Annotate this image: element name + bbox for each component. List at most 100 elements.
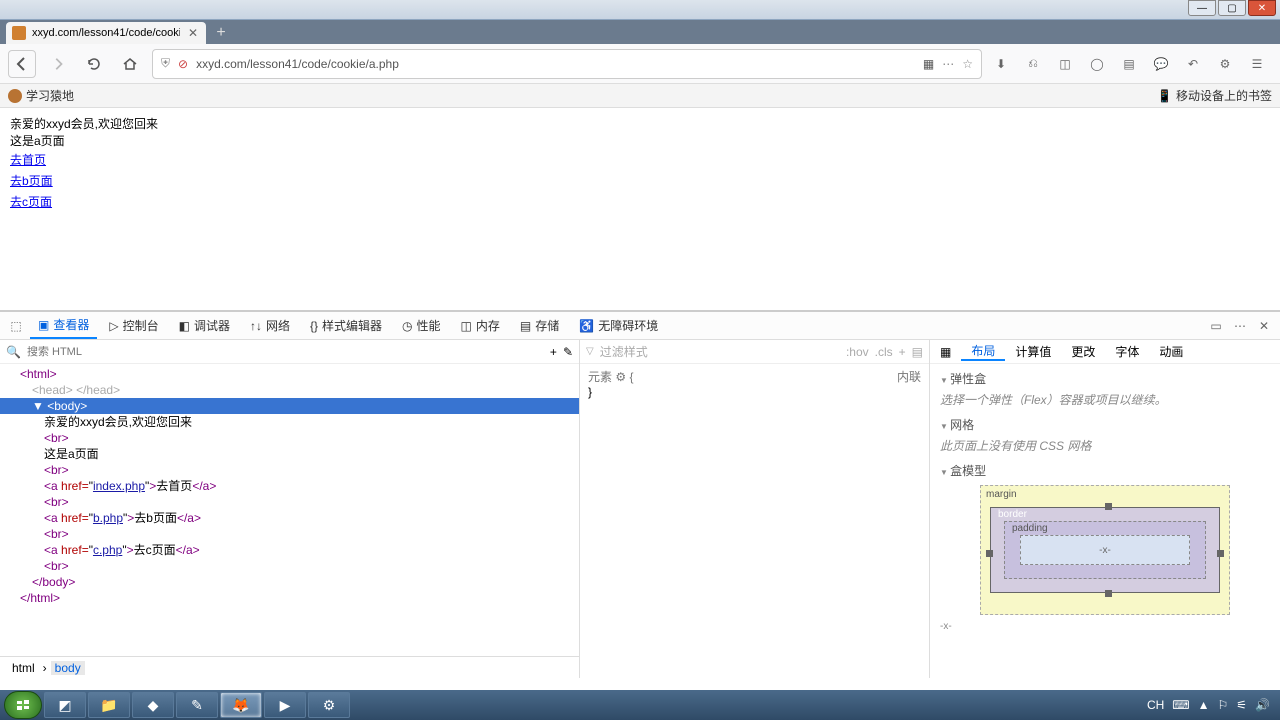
tab-favicon-icon bbox=[12, 26, 26, 40]
search-icon: 🔍 bbox=[6, 345, 21, 359]
link-c[interactable]: 去c页面 bbox=[10, 195, 52, 209]
dom-search-input[interactable] bbox=[27, 346, 544, 358]
copy-styles-button[interactable]: ▤ bbox=[912, 345, 923, 359]
layout-tab-grid-icon[interactable]: ▦ bbox=[930, 345, 961, 359]
gear-icon: ⚙ bbox=[615, 370, 626, 384]
page-text: 这是a页面 bbox=[10, 133, 1270, 150]
tab-title: xxyd.com/lesson41/code/cookie bbox=[32, 27, 180, 39]
qr-icon[interactable]: ▦ bbox=[923, 57, 934, 71]
tab-storage[interactable]: ▤存储 bbox=[512, 313, 567, 338]
crumb-html[interactable]: html bbox=[8, 661, 39, 675]
bookmark-favicon-icon bbox=[8, 89, 22, 103]
grid-header[interactable]: 网格 bbox=[940, 416, 1270, 433]
pick-element-button[interactable]: ⬚ bbox=[6, 319, 26, 333]
boxmodel-header[interactable]: 盒模型 bbox=[940, 462, 1270, 479]
page-text: 亲爱的xxyd会员,欢迎您回来 bbox=[10, 116, 1270, 133]
ime-indicator[interactable]: CH bbox=[1147, 698, 1164, 712]
box-model-diagram[interactable]: -x- margin border padding bbox=[980, 485, 1230, 615]
tab-debugger[interactable]: ◧调试器 bbox=[171, 313, 238, 338]
bookmark-label: 学习猿地 bbox=[26, 87, 74, 104]
network-icon[interactable]: ⚟ bbox=[1236, 698, 1247, 712]
layout-tab-changes[interactable]: 更改 bbox=[1061, 343, 1105, 360]
box-model-dims: -x- bbox=[940, 621, 1270, 632]
bookmark-star-button[interactable]: ☆ bbox=[962, 57, 973, 71]
windows-taskbar: ◩ 📁 ◆ ✎ 🦊 ▶ ⚙ CH ⌨ ▲ ⚐ ⚟ 🔊 bbox=[0, 690, 1280, 720]
tab-styleeditor[interactable]: {}样式编辑器 bbox=[302, 313, 390, 338]
responsive-button[interactable]: ▭ bbox=[1206, 319, 1226, 333]
extensions-button[interactable]: ▤ bbox=[1118, 57, 1140, 71]
tab-inspector[interactable]: ▣查看器 bbox=[30, 312, 97, 339]
reload-button[interactable] bbox=[80, 50, 108, 78]
undo-icon[interactable]: ↶ bbox=[1182, 57, 1204, 71]
dom-tree[interactable]: <html> <head> </head> ▼ <body> 亲爱的xxyd会员… bbox=[0, 364, 579, 656]
library-button[interactable]: ⎌ bbox=[1022, 56, 1044, 71]
tab-console[interactable]: ▷控制台 bbox=[101, 313, 166, 338]
bookmark-item[interactable]: 学习猿地 bbox=[8, 87, 74, 104]
dom-panel: 🔍 + ✎ <html> <head> </head> ▼ <body> 亲爱的… bbox=[0, 340, 580, 678]
taskbar-app[interactable]: ◩ bbox=[44, 692, 86, 718]
new-tab-button[interactable]: + bbox=[210, 22, 232, 44]
tab-performance[interactable]: ◷性能 bbox=[394, 313, 449, 338]
taskbar-app[interactable]: ✎ bbox=[176, 692, 218, 718]
layout-body: 弹性盒选择一个弹性（Flex）容器或项目以继续。 网格此页面上没有使用 CSS … bbox=[930, 364, 1280, 678]
chevron-right-icon: › bbox=[43, 661, 47, 675]
layout-tab-fonts[interactable]: 字体 bbox=[1105, 343, 1149, 360]
system-tray[interactable]: CH ⌨ ▲ ⚐ ⚟ 🔊 bbox=[1147, 698, 1276, 712]
devtools-menu-button[interactable]: ⋯ bbox=[1230, 319, 1250, 333]
tray-icon[interactable]: ▲ bbox=[1198, 698, 1210, 712]
funnel-icon: ▽ bbox=[586, 346, 594, 357]
keyboard-icon[interactable]: ⌨ bbox=[1172, 698, 1189, 712]
devtools-close-button[interactable]: ✕ bbox=[1254, 319, 1274, 333]
breadcrumbs[interactable]: html › body bbox=[0, 656, 579, 678]
styles-rules[interactable]: 元素 ⚙ {内联 } bbox=[580, 364, 929, 678]
window-minimize-button[interactable]: — bbox=[1188, 0, 1216, 16]
link-home[interactable]: 去首页 bbox=[10, 153, 46, 167]
devtools-body: 🔍 + ✎ <html> <head> </head> ▼ <body> 亲爱的… bbox=[0, 340, 1280, 678]
back-button[interactable] bbox=[8, 50, 36, 78]
browser-toolbar: ⛨ ⊘ xxyd.com/lesson41/code/cookie/a.php … bbox=[0, 44, 1280, 84]
forward-button[interactable] bbox=[44, 50, 72, 78]
styles-filter-input[interactable]: 过滤样式 bbox=[600, 343, 840, 360]
add-node-button[interactable]: + bbox=[550, 345, 557, 359]
window-titlebar: — ▢ ✕ bbox=[0, 0, 1280, 20]
tab-network[interactable]: ↑↓网络 bbox=[242, 313, 298, 338]
puzzle-icon[interactable]: ⚙ bbox=[1214, 57, 1236, 71]
layout-tab-anim[interactable]: 动画 bbox=[1149, 343, 1193, 360]
flag-icon[interactable]: ⚐ bbox=[1218, 698, 1229, 712]
flex-header[interactable]: 弹性盒 bbox=[940, 370, 1270, 387]
crumb-body[interactable]: body bbox=[51, 661, 85, 675]
mobile-bookmarks-button[interactable]: 📱 移动设备上的书签 bbox=[1157, 87, 1272, 104]
taskbar-explorer[interactable]: 📁 bbox=[88, 692, 130, 718]
edit-html-button[interactable]: ✎ bbox=[563, 345, 573, 359]
window-close-button[interactable]: ✕ bbox=[1248, 0, 1276, 16]
chat-icon[interactable]: 💬 bbox=[1150, 57, 1172, 71]
home-button[interactable] bbox=[116, 50, 144, 78]
hov-button[interactable]: :hov bbox=[846, 345, 869, 359]
browser-tab[interactable]: xxyd.com/lesson41/code/cookie ✕ bbox=[6, 22, 206, 44]
tab-accessibility[interactable]: ♿无障碍环境 bbox=[571, 313, 666, 338]
tab-close-button[interactable]: ✕ bbox=[186, 26, 200, 40]
new-rule-button[interactable]: + bbox=[899, 345, 906, 359]
link-b[interactable]: 去b页面 bbox=[10, 174, 53, 188]
cls-button[interactable]: .cls bbox=[875, 345, 893, 359]
start-button[interactable] bbox=[4, 691, 42, 719]
taskbar-app[interactable]: ▶ bbox=[264, 692, 306, 718]
layout-tab-computed[interactable]: 计算值 bbox=[1005, 343, 1061, 360]
selected-node[interactable]: ▼ <body> bbox=[0, 398, 579, 414]
address-bar[interactable]: ⛨ ⊘ xxyd.com/lesson41/code/cookie/a.php … bbox=[152, 49, 982, 79]
page-content: 亲爱的xxyd会员,欢迎您回来 这是a页面 去首页 去b页面 去c页面 bbox=[0, 108, 1280, 310]
layout-tab-layout[interactable]: 布局 bbox=[961, 342, 1005, 361]
page-actions-button[interactable]: ⋯ bbox=[942, 57, 954, 71]
mobile-bookmarks-label: 移动设备上的书签 bbox=[1176, 87, 1272, 104]
menu-button[interactable]: ☰ bbox=[1246, 57, 1268, 71]
window-maximize-button[interactable]: ▢ bbox=[1218, 0, 1246, 16]
taskbar-app[interactable]: ◆ bbox=[132, 692, 174, 718]
sidebar-button[interactable]: ◫ bbox=[1054, 57, 1076, 71]
volume-icon[interactable]: 🔊 bbox=[1255, 698, 1270, 712]
account-button[interactable]: ◯ bbox=[1086, 57, 1108, 71]
downloads-button[interactable]: ⬇ bbox=[990, 57, 1012, 71]
taskbar-app[interactable]: ⚙ bbox=[308, 692, 350, 718]
taskbar-firefox[interactable]: 🦊 bbox=[220, 692, 262, 718]
toolbar-right: ⬇ ⎌ ◫ ◯ ▤ 💬 ↶ ⚙ ☰ bbox=[990, 56, 1272, 71]
tab-memory[interactable]: ◫内存 bbox=[453, 313, 508, 338]
